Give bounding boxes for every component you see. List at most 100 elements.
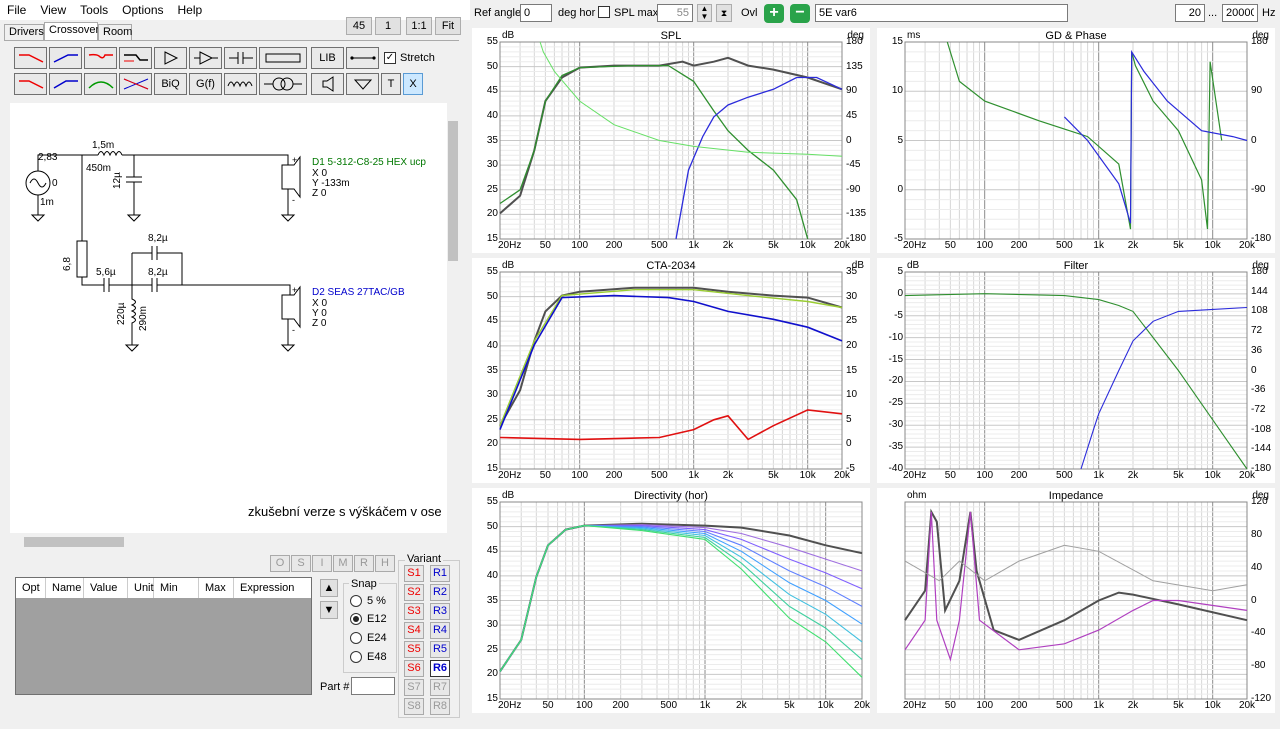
notch-tool[interactable] [84, 47, 117, 69]
lowpass1-tool[interactable] [14, 47, 47, 69]
fit-button[interactable]: Fit [435, 17, 461, 35]
schematic-canvas[interactable]: 2,83 0 1m 1,5m 450m 12µ 6,8 5,6µ 8,2µ 8,… [10, 103, 447, 533]
highpass2-tool[interactable] [49, 73, 82, 95]
plot-gd-y2tick: 0 [1251, 134, 1257, 146]
c1-value: 12µ [112, 172, 123, 189]
wire-tool[interactable] [346, 47, 379, 69]
snap-e24-radio[interactable] [350, 632, 362, 644]
variant-s2-button[interactable]: S2 [404, 584, 424, 601]
variant-s7-button[interactable]: S7 [404, 679, 424, 696]
tab-drivers[interactable]: Drivers [4, 24, 44, 40]
variant-r1-button[interactable]: R1 [430, 565, 450, 582]
menu-file[interactable]: File [0, 0, 33, 20]
add-overlay-button[interactable]: + [764, 4, 784, 23]
plot-cta-ytick: 45 [486, 315, 498, 327]
schematic-hscroll[interactable] [10, 536, 457, 548]
variant-r5-button[interactable]: R5 [430, 641, 450, 658]
plot-imp[interactable]: Impedance ohm deg 120 80 40 0 -40 -80 -120 20Hz 50 1… [877, 488, 1275, 713]
variant-s8-button[interactable]: S8 [404, 698, 424, 715]
gf-button[interactable]: G(f) [189, 73, 222, 95]
plot-gd-xtick: 2k [1127, 240, 1139, 251]
resistor-tool[interactable] [259, 47, 307, 69]
opt-m-button[interactable]: M [333, 555, 353, 572]
variant-r8-button[interactable]: R8 [430, 698, 450, 715]
highpass1-tool[interactable] [49, 47, 82, 69]
angle-45-button[interactable]: 45 [346, 17, 372, 35]
plot-filter-y2tick: -108 [1251, 423, 1272, 435]
plot-cta[interactable]: CTA-2034 dB dB 55 50 45 40 35 30 25 20 15 35 30 25 20 15… [472, 258, 870, 483]
opt-s-button[interactable]: S [291, 555, 311, 572]
text-tool[interactable]: T [381, 73, 401, 95]
variant-r7-button[interactable]: R7 [430, 679, 450, 696]
plot-dir[interactable]: Directivity (hor) dB 55 50 45 40 35 30 25 20 15 20H… [472, 488, 870, 713]
move-up-button[interactable]: ▲ [320, 579, 338, 597]
project-name-input[interactable] [815, 4, 1068, 22]
schematic-drawing: 2,83 0 1m 1,5m 450m 12µ 6,8 5,6µ 8,2µ 8,… [25, 140, 426, 352]
biq-button[interactable]: BiQ [154, 73, 187, 95]
plot-spl-ytick: 30 [486, 159, 498, 171]
plot-cta-ytick: 40 [486, 339, 498, 351]
spl-max-checkbox[interactable] [598, 6, 610, 18]
buffer-tool[interactable] [154, 47, 187, 69]
delete-tool[interactable]: X [403, 73, 423, 95]
allpass-tool[interactable] [119, 73, 152, 95]
plot-gd[interactable]: GD & Phase ms deg 15 10 5 0 -5 180 90 0 -90 -180 20Hz… [877, 28, 1275, 253]
ground-tool[interactable] [346, 73, 379, 95]
plot-filter[interactable]: Filter dB deg 5 0 -5 -10 -15 -20 -25 -30 -35 -40 180 1… [877, 258, 1275, 483]
variant-r3-button[interactable]: R3 [430, 603, 450, 620]
param-table[interactable]: Opt Name Value Unit Min Max Expression [15, 577, 312, 695]
variant-r6-button[interactable]: R6 [430, 660, 450, 677]
move-down-button[interactable]: ▼ [320, 601, 338, 619]
spl-spin-button[interactable]: ▲ ▼ [697, 4, 712, 22]
speaker-tool[interactable] [311, 73, 344, 95]
col-opt: Opt [16, 578, 46, 598]
transformer-tool[interactable] [259, 73, 307, 95]
variant-s6-button[interactable]: S6 [404, 660, 424, 677]
remove-overlay-button[interactable]: − [790, 4, 810, 23]
opt-r-button[interactable]: R [354, 555, 374, 572]
hscroll-thumb[interactable] [24, 537, 124, 547]
menu-tools[interactable]: Tools [73, 0, 115, 20]
inductor-tool[interactable] [224, 73, 257, 95]
ref-angle-input[interactable] [520, 4, 552, 22]
plot-spl-y2tick: 0 [846, 134, 852, 146]
zoom-1-1-button[interactable]: 1:1 [406, 17, 432, 35]
bandpass-tool[interactable] [84, 73, 117, 95]
freq-max-input[interactable] [1222, 4, 1258, 22]
plot-filter-y2tick: -144 [1251, 443, 1272, 455]
variant-s1-button[interactable]: S1 [404, 565, 424, 582]
stretch-checkbox[interactable]: ✓ [384, 52, 396, 64]
lib-button[interactable]: LIB [311, 47, 344, 69]
spl-max-input[interactable] [657, 4, 693, 22]
plot-spl-xtick: 200 [605, 240, 623, 251]
capacitor-tool[interactable] [224, 47, 257, 69]
menu-help[interactable]: Help [171, 0, 210, 20]
opt-i-button[interactable]: I [312, 555, 332, 572]
variant-s5-button[interactable]: S5 [404, 641, 424, 658]
snap-5-radio[interactable] [350, 595, 362, 607]
snap-e12-radio[interactable] [350, 613, 362, 625]
variant-r2-button[interactable]: R2 [430, 584, 450, 601]
schematic-vscroll[interactable] [447, 103, 459, 533]
snap-e48-radio[interactable] [350, 651, 362, 663]
plot-filter-ytick: 5 [897, 266, 903, 277]
menu-options[interactable]: Options [115, 0, 170, 20]
plot-spl-y2tick: -45 [846, 159, 861, 171]
tab-crossover[interactable]: Crossover [44, 22, 99, 40]
vscroll-thumb[interactable] [448, 121, 458, 261]
spl-reset-button[interactable]: ⧗ [716, 4, 732, 22]
angle-1-button[interactable]: 1 [375, 17, 401, 35]
opt-o-button[interactable]: O [270, 555, 290, 572]
menu-view[interactable]: View [33, 0, 73, 20]
shelf-tool[interactable] [119, 47, 152, 69]
opt-h-button[interactable]: H [375, 555, 395, 572]
variant-s3-button[interactable]: S3 [404, 603, 424, 620]
freq-min-input[interactable] [1175, 4, 1205, 22]
opamp-tool[interactable] [189, 47, 222, 69]
tab-room[interactable]: Room [98, 24, 132, 40]
lowpass2-tool[interactable] [14, 73, 47, 95]
part-input[interactable] [351, 677, 395, 695]
variant-r4-button[interactable]: R4 [430, 622, 450, 639]
variant-s4-button[interactable]: S4 [404, 622, 424, 639]
plot-spl[interactable]: SPL dB deg 55 50 45 40 35 30 25 20 15 180 135 90 45 0 -45… [472, 28, 870, 253]
